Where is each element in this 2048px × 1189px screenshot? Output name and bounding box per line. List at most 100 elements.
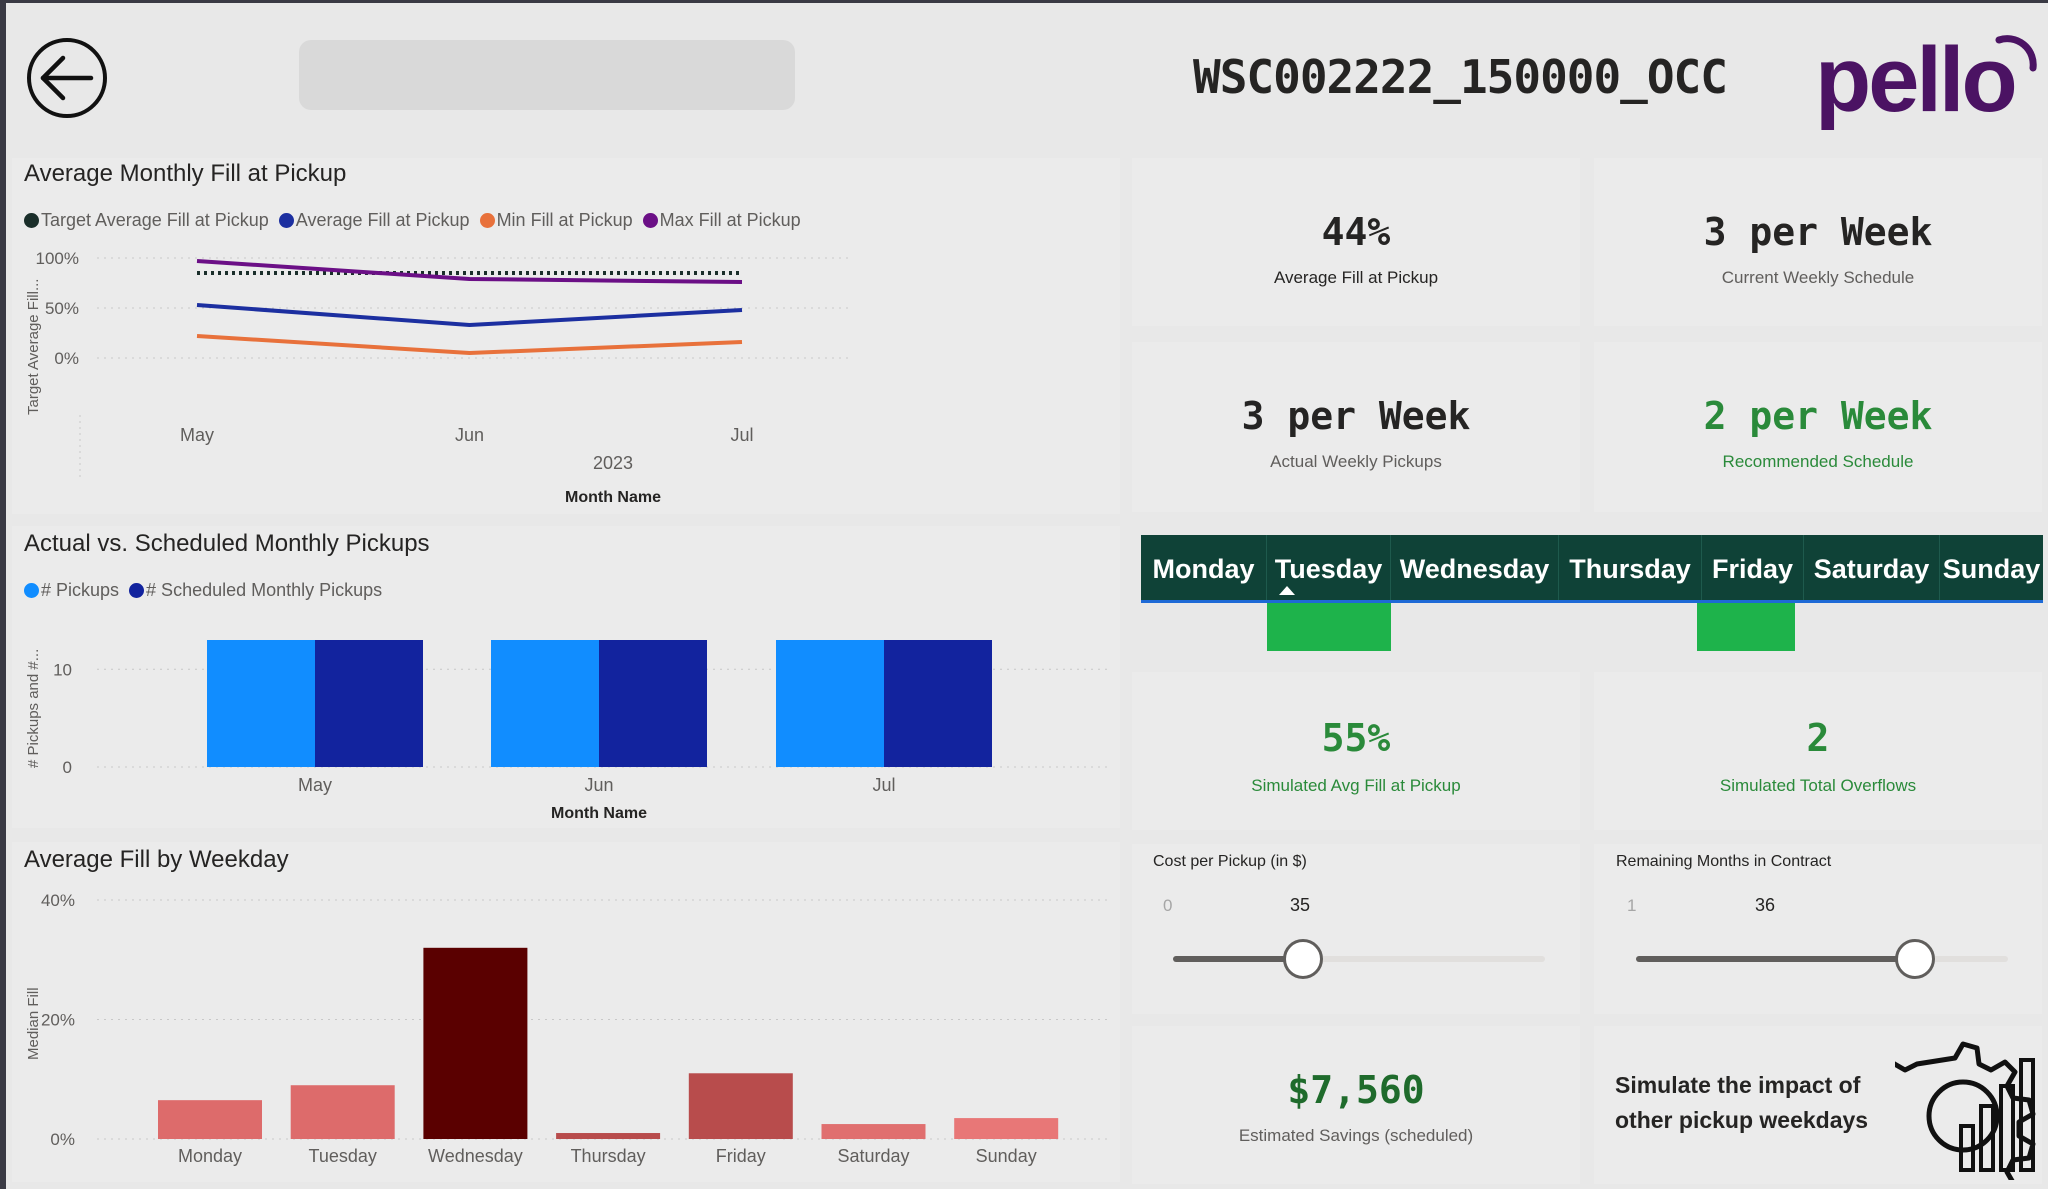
x-tick-label: Jul bbox=[872, 775, 895, 795]
legend-item-target[interactable]: Target Average Fill at Pickup bbox=[24, 210, 269, 231]
kpi-value: 44% bbox=[1321, 210, 1391, 254]
year-label: 2023 bbox=[593, 453, 633, 473]
y-tick-label: 100% bbox=[36, 249, 79, 268]
weekday-wednesday[interactable]: Wednesday bbox=[1391, 535, 1559, 603]
x-tick-label: May bbox=[180, 425, 214, 445]
y-tick-label: 10 bbox=[53, 660, 72, 679]
x-tick-label: Sunday bbox=[976, 1146, 1037, 1166]
x-axis-label: Month Name bbox=[565, 489, 661, 506]
bar[interactable] bbox=[207, 640, 315, 767]
kpi-card-current-schedule: 3 per Week Current Weekly Schedule bbox=[1594, 158, 2042, 326]
weekday-selector: Monday Tuesday Wednesday Thursday Friday… bbox=[1141, 535, 2043, 603]
bar[interactable] bbox=[290, 1085, 395, 1139]
x-tick-label: Friday bbox=[716, 1146, 766, 1166]
kpi-label: Recommended Schedule bbox=[1722, 452, 1914, 471]
kpi-value: 2 per Week bbox=[1703, 394, 1933, 438]
kpi-card-actual-pickups: 3 per Week Actual Weekly Pickups bbox=[1132, 342, 1580, 512]
weekday-bar-chart: Median Fill 0% 20% 40% Monday Tuesday Wednes… bbox=[25, 891, 1112, 1166]
weekday-thursday[interactable]: Thursday bbox=[1559, 535, 1702, 603]
bar[interactable] bbox=[884, 640, 992, 767]
legend-item-average[interactable]: Average Fill at Pickup bbox=[278, 210, 470, 231]
bar[interactable] bbox=[491, 640, 599, 767]
window-frame-top bbox=[0, 0, 2048, 3]
pickups-chart-legend: # Pickups # Scheduled Monthly Pickups bbox=[24, 580, 382, 601]
bar[interactable] bbox=[776, 640, 884, 767]
kpi-value: 55% bbox=[1321, 716, 1391, 760]
y-tick-label: 50% bbox=[45, 299, 79, 318]
pello-logo: pello bbox=[1815, 30, 2040, 130]
y-axis-label: Median Fill bbox=[25, 987, 42, 1060]
y-axis-label: Target Average Fill... bbox=[25, 279, 42, 415]
kpi-label: Average Fill at Pickup bbox=[1273, 268, 1439, 287]
bar[interactable] bbox=[158, 1100, 262, 1139]
logo-text: pello bbox=[1815, 29, 2018, 131]
logo-signal-icon bbox=[1995, 35, 2037, 72]
legend-dot bbox=[24, 213, 39, 228]
bar[interactable] bbox=[821, 1124, 926, 1139]
kpi-label: Actual Weekly Pickups bbox=[1270, 452, 1442, 471]
back-arrow-icon[interactable] bbox=[25, 36, 109, 120]
months-slider-title: Remaining Months in Contract bbox=[1616, 853, 1832, 870]
filter-box[interactable] bbox=[299, 40, 795, 110]
bar[interactable] bbox=[556, 1133, 661, 1139]
legend-item-max[interactable]: Max Fill at Pickup bbox=[642, 210, 801, 231]
x-tick-label: Saturday bbox=[837, 1146, 909, 1166]
legend-dot bbox=[278, 213, 294, 228]
x-tick-label: Jun bbox=[584, 775, 613, 795]
kpi-label: Current Weekly Schedule bbox=[1721, 268, 1915, 287]
legend-dot bbox=[24, 583, 39, 598]
kpi-label: Simulated Total Overflows bbox=[1719, 776, 1917, 795]
kpi-card-recommended: 2 per Week Recommended Schedule bbox=[1594, 342, 2042, 512]
months-slider-thumb[interactable] bbox=[1895, 939, 1935, 979]
bar[interactable] bbox=[599, 640, 707, 767]
legend-dot bbox=[479, 213, 495, 228]
pickups-chart-title: Actual vs. Scheduled Monthly Pickups bbox=[24, 530, 430, 557]
x-tick-label: Jul bbox=[730, 425, 753, 445]
weekday-sunday[interactable]: Sunday bbox=[1940, 535, 2043, 603]
bar[interactable] bbox=[315, 640, 423, 767]
selected-mark-friday bbox=[1697, 603, 1795, 651]
fill-line-chart: Target Average Fill... 0% 50% 100% May Jun J… bbox=[25, 249, 852, 506]
bar[interactable] bbox=[954, 1118, 1059, 1139]
bar[interactable] bbox=[688, 1073, 793, 1139]
x-axis-label: Month Name bbox=[551, 805, 647, 822]
kpi-card-avg-fill: 44% Average Fill at Pickup bbox=[1132, 158, 1580, 326]
weekday-tuesday[interactable]: Tuesday bbox=[1267, 535, 1391, 603]
legend-dot bbox=[129, 583, 145, 598]
series-line[interactable] bbox=[196, 334, 743, 355]
legend-dot bbox=[642, 213, 658, 228]
kpi-card-sim-avg-fill: 55% Simulated Avg Fill at Pickup bbox=[1132, 672, 1580, 830]
kpi-label: Estimated Savings (scheduled) bbox=[1238, 1126, 1474, 1145]
x-tick-label: Jun bbox=[455, 425, 484, 445]
y-tick-label: 0% bbox=[54, 349, 79, 368]
window-frame-left bbox=[0, 0, 6, 1189]
legend-item-scheduled[interactable]: # Scheduled Monthly Pickups bbox=[129, 580, 382, 601]
legend-item-min[interactable]: Min Fill at Pickup bbox=[479, 210, 633, 231]
kpi-value: 3 per Week bbox=[1241, 394, 1471, 438]
kpi-value: 2 bbox=[1806, 716, 1830, 760]
kpi-value: $7,560 bbox=[1287, 1068, 1425, 1112]
cost-slider-min: 0 bbox=[1163, 896, 1173, 915]
weekday-chart-title: Average Fill by Weekday bbox=[24, 846, 289, 873]
selected-mark-tuesday bbox=[1267, 603, 1391, 651]
weekday-selection-marks bbox=[1141, 603, 2043, 651]
months-slider-fill bbox=[1636, 956, 1915, 962]
cost-slider-value: 35 bbox=[1290, 895, 1311, 915]
y-tick-label: 40% bbox=[41, 891, 75, 910]
cost-slider-thumb[interactable] bbox=[1283, 939, 1324, 979]
kpi-card-sim-overflows: 2 Simulated Total Overflows bbox=[1594, 672, 2042, 830]
page-title: WSC002222_150000_OCC bbox=[1193, 50, 1728, 104]
y-axis-label: # Pickups and #... bbox=[25, 649, 42, 768]
simulate-text: Simulate the impact of other pickup week… bbox=[1615, 1072, 1869, 1133]
weekday-saturday[interactable]: Saturday bbox=[1804, 535, 1940, 603]
months-slider-min: 1 bbox=[1627, 896, 1637, 915]
gear-chart-icon[interactable] bbox=[1895, 1030, 2045, 1180]
weekday-monday[interactable]: Monday bbox=[1141, 535, 1267, 603]
fill-chart-title: Average Monthly Fill at Pickup bbox=[24, 160, 347, 187]
weekday-friday[interactable]: Friday bbox=[1702, 535, 1804, 603]
legend-item-pickups[interactable]: # Pickups bbox=[24, 580, 119, 601]
kpi-label: Simulated Avg Fill at Pickup bbox=[1251, 776, 1461, 795]
y-tick-label: 0 bbox=[63, 758, 72, 777]
x-tick-label: Tuesday bbox=[309, 1146, 377, 1166]
bar[interactable] bbox=[423, 947, 528, 1139]
